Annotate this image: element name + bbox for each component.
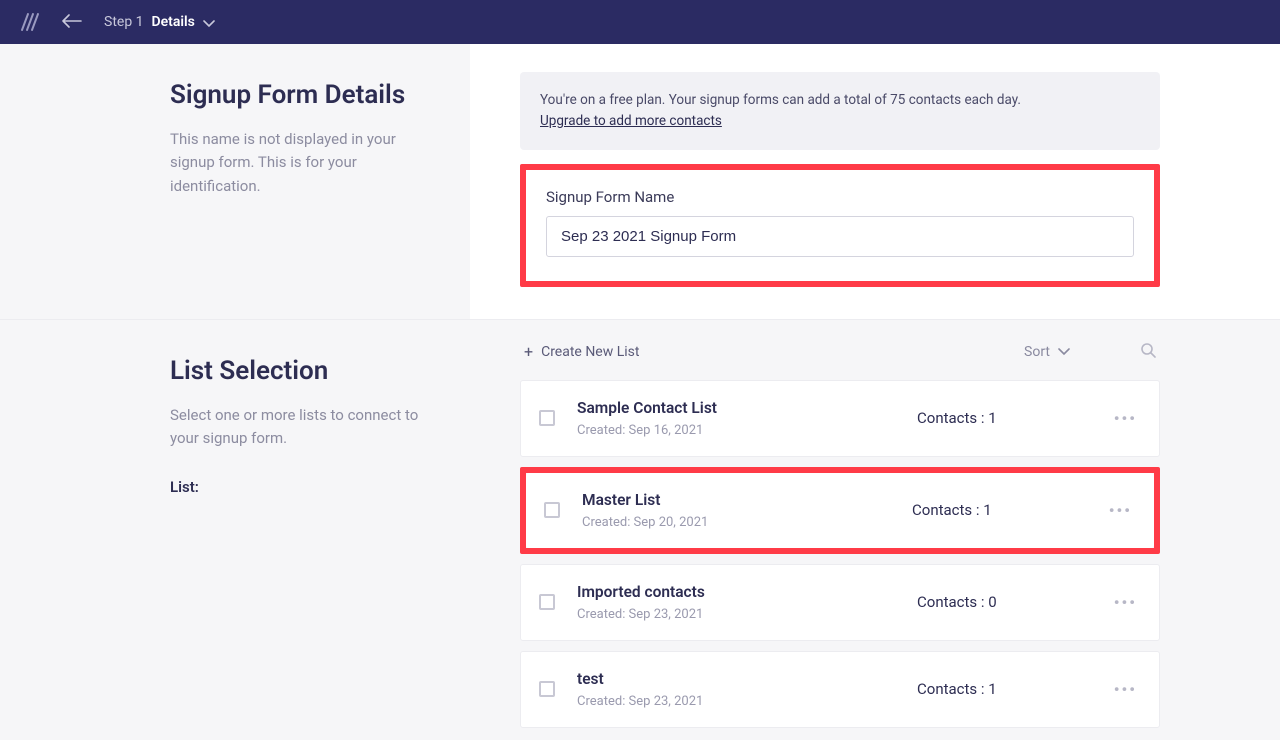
create-list-label: Create New List xyxy=(541,344,639,360)
list-name: test xyxy=(577,670,917,688)
list-item[interactable]: Imported contacts Created: Sep 23, 2021Co… xyxy=(520,564,1160,641)
form-name-input[interactable] xyxy=(546,216,1134,257)
list-checkbox[interactable] xyxy=(539,681,555,697)
lists-sidebar: List Selection Select one or more lists … xyxy=(0,320,470,740)
topbar: Step 1 Details xyxy=(0,0,1280,44)
list-contacts: Contacts : 1 xyxy=(917,680,1097,698)
list-contacts: Contacts : 1 xyxy=(917,409,1097,427)
upgrade-link[interactable]: Upgrade to add more contacts xyxy=(540,113,722,129)
list-label: List: xyxy=(170,478,422,496)
step-dropdown[interactable]: Step 1 Details xyxy=(104,13,215,32)
list-contacts: Contacts : 0 xyxy=(917,593,1097,611)
form-name-label: Signup Form Name xyxy=(546,188,1134,206)
more-icon[interactable]: ••• xyxy=(1092,501,1132,520)
search-icon[interactable] xyxy=(1140,342,1156,362)
plan-notice-text: You're on a free plan. Your signup forms… xyxy=(540,92,1021,108)
details-sidebar: Signup Form Details This name is not dis… xyxy=(0,44,470,319)
details-description: This name is not displayed in your signu… xyxy=(170,128,422,198)
list-item[interactable]: test Created: Sep 23, 2021Contacts : 1••• xyxy=(520,651,1160,728)
details-heading: Signup Form Details xyxy=(170,80,422,110)
sort-label: Sort xyxy=(1024,344,1050,360)
list-item[interactable]: Sample Contact List Created: Sep 16, 2021… xyxy=(520,380,1160,457)
list-name: Master List xyxy=(582,491,912,509)
list-checkbox[interactable] xyxy=(539,410,555,426)
lists-container: Sample Contact List Created: Sep 16, 2021… xyxy=(520,380,1160,728)
form-name-block: Signup Form Name xyxy=(520,164,1160,287)
more-icon[interactable]: ••• xyxy=(1097,593,1137,612)
plus-icon: + xyxy=(524,344,533,360)
create-list-button[interactable]: + Create New List xyxy=(524,344,639,360)
list-contacts: Contacts : 1 xyxy=(912,501,1092,519)
list-created: Created: Sep 23, 2021 xyxy=(577,607,917,622)
sort-dropdown[interactable]: Sort xyxy=(1024,344,1070,360)
list-created: Created: Sep 20, 2021 xyxy=(582,515,912,530)
list-checkbox[interactable] xyxy=(544,502,560,518)
more-icon[interactable]: ••• xyxy=(1097,409,1137,428)
list-created: Created: Sep 16, 2021 xyxy=(577,423,917,438)
list-checkbox[interactable] xyxy=(539,594,555,610)
plan-notice: You're on a free plan. Your signup forms… xyxy=(520,72,1160,150)
lists-description: Select one or more lists to connect to y… xyxy=(170,404,422,451)
step-name: Details xyxy=(152,14,195,30)
lists-heading: List Selection xyxy=(170,356,422,386)
list-item[interactable]: Master List Created: Sep 20, 2021Contacts… xyxy=(526,473,1154,548)
logo-icon xyxy=(20,10,40,34)
list-name: Sample Contact List xyxy=(577,399,917,417)
chevron-down-icon xyxy=(203,13,215,32)
chevron-down-icon xyxy=(1058,344,1070,360)
back-icon[interactable] xyxy=(62,13,82,32)
list-name: Imported contacts xyxy=(577,583,917,601)
more-icon[interactable]: ••• xyxy=(1097,680,1137,699)
list-created: Created: Sep 23, 2021 xyxy=(577,694,917,709)
step-label: Step 1 xyxy=(104,14,144,30)
